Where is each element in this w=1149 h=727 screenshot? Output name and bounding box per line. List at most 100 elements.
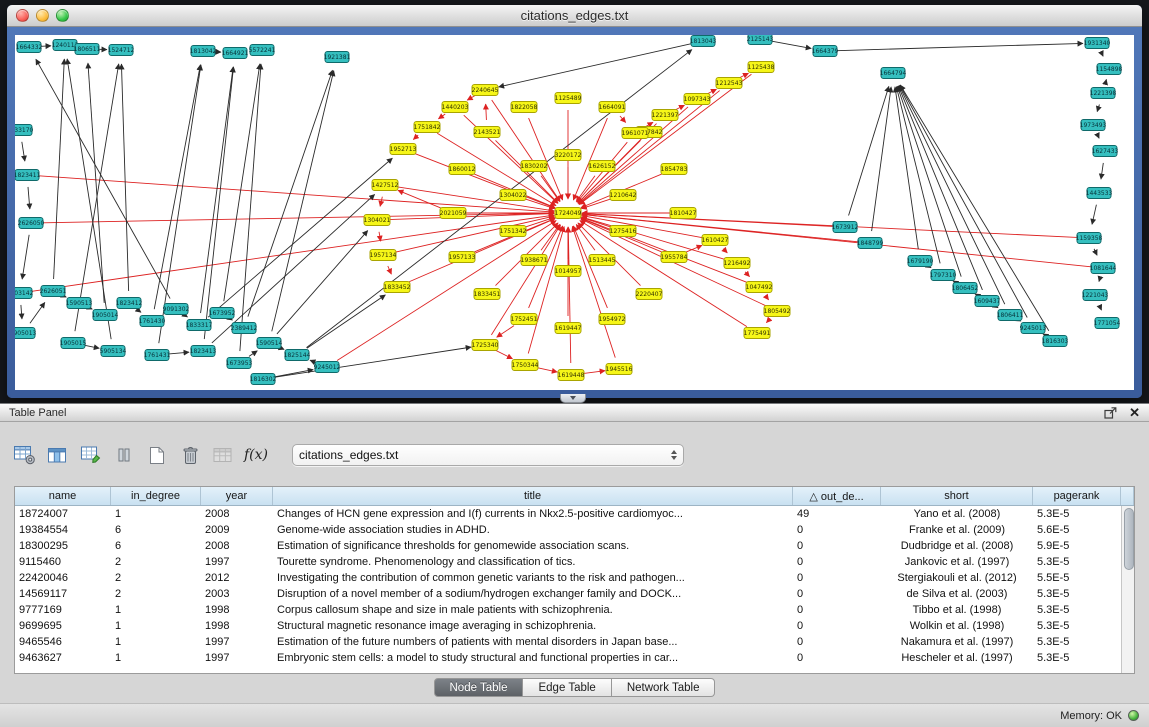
graph-node[interactable]: 1955784 [661, 252, 688, 263]
graph-node[interactable]: 1954972 [599, 314, 626, 325]
import-table-button[interactable] [210, 441, 236, 469]
graph-node[interactable]: 1952713 [390, 144, 417, 155]
graph-node[interactable]: 1210642 [610, 190, 637, 201]
graph-node[interactable]: 5905134 [100, 346, 127, 357]
graph-node[interactable]: 1443533 [1086, 188, 1113, 199]
column-header-out_degree[interactable]: △ out_de... [793, 487, 881, 505]
graph-node[interactable]: 1216492 [724, 258, 751, 269]
graph-node[interactable]: 1664091 [599, 102, 626, 113]
graph-node[interactable]: 1931340 [1084, 38, 1111, 49]
graph-node[interactable]: 1159358 [1076, 233, 1103, 244]
table-row[interactable]: 1456911722003Disruption of a novel membe… [15, 586, 1121, 602]
table-vertical-scrollbar[interactable] [1121, 506, 1134, 673]
table-row[interactable]: 946362711997Embryonic stem cells: a mode… [15, 650, 1121, 666]
graph-node[interactable]: 1805492 [764, 306, 791, 317]
tab-network-table[interactable]: Network Table [612, 678, 716, 697]
graph-node[interactable]: 2626051 [40, 286, 67, 297]
graph-node[interactable]: 1761430 [139, 316, 166, 327]
graph-node[interactable]: 1771054 [1094, 318, 1121, 329]
graph-node[interactable]: 1673912 [832, 222, 859, 233]
graph-node[interactable]: 2143521 [474, 127, 501, 138]
collapse-columns-button[interactable] [111, 441, 137, 469]
graph-node[interactable]: 1973493 [1080, 120, 1107, 131]
graph-node[interactable]: 1619447 [555, 323, 582, 334]
show-columns-button[interactable] [45, 441, 71, 469]
graph-node[interactable]: 1813042 [190, 46, 217, 57]
close-panel-icon[interactable]: ✕ [1129, 406, 1140, 419]
delete-table-button[interactable] [177, 441, 203, 469]
graph-node[interactable]: 1860012 [449, 164, 476, 175]
graph-node[interactable]: 1610427 [702, 235, 729, 246]
graph-node[interactable]: 1664379 [812, 46, 839, 57]
graph-node[interactable]: 1724049 [555, 208, 582, 219]
graph-node[interactable]: 1221043 [1082, 290, 1109, 301]
table-row[interactable]: 969969511998Structural magnetic resonanc… [15, 618, 1121, 634]
graph-node[interactable]: 1961071 [622, 128, 649, 139]
graph-node[interactable]: 1125489 [555, 93, 582, 104]
graph-node[interactable]: 1921381 [324, 52, 351, 63]
graph-node[interactable]: 1725340 [472, 340, 499, 351]
graph-node[interactable]: 1664332 [16, 42, 43, 53]
graph-node[interactable]: 2240645 [472, 85, 499, 96]
graph-node[interactable]: 1154898 [1096, 64, 1123, 75]
graph-node[interactable]: 1664794 [880, 68, 907, 79]
graph-node[interactable]: 1440203 [442, 102, 469, 113]
graph-node[interactable]: 1825144 [284, 350, 311, 361]
graph-node[interactable]: 1221397 [652, 110, 679, 121]
graph-node[interactable]: 1833317 [186, 320, 213, 331]
graph-node[interactable]: 1761431 [144, 350, 171, 361]
graph-node[interactable]: 1524712 [108, 45, 135, 56]
edit-table-button[interactable] [78, 441, 104, 469]
graph-node[interactable]: 1664921 [222, 48, 249, 59]
graph-node[interactable]: 1673953 [226, 358, 253, 369]
graph-node[interactable]: 1833451 [474, 289, 501, 300]
graph-node[interactable]: 1775491 [744, 328, 771, 339]
graph-node[interactable]: 1513445 [589, 255, 616, 266]
graph-node[interactable]: 1751342 [500, 226, 527, 237]
graph-node[interactable]: 2389412 [231, 323, 258, 334]
network-graph[interactable]: 1724049181042718547831957842166409111254… [15, 35, 1134, 390]
graph-node[interactable]: 1823411 [15, 170, 41, 181]
graph-node[interactable]: 1047492 [746, 282, 773, 293]
graph-node[interactable]: 1081644 [1090, 263, 1117, 274]
graph-node[interactable]: 9245012 [314, 362, 341, 373]
graph-node[interactable]: 1275416 [610, 226, 637, 237]
create-table-button[interactable] [144, 441, 170, 469]
table-row[interactable]: 1872400712008Changes of HCN gene express… [15, 506, 1121, 522]
graph-node[interactable]: 5572241 [249, 45, 276, 56]
graph-node[interactable]: 1797310 [930, 270, 957, 281]
panel-collapse-handle[interactable] [560, 394, 586, 403]
table-row[interactable]: 2242004622012Investigating the contribut… [15, 570, 1121, 586]
graph-node[interactable]: 1304022 [500, 190, 527, 201]
column-header-short[interactable]: short [881, 487, 1033, 505]
graph-node[interactable]: 1627433 [1092, 146, 1119, 157]
column-header-name[interactable]: name [15, 487, 111, 505]
column-header-year[interactable]: year [201, 487, 273, 505]
float-panel-icon[interactable] [1104, 407, 1117, 419]
function-builder-button[interactable]: f(x) [243, 441, 269, 469]
column-header-in_degree[interactable]: in_degree [111, 487, 201, 505]
graph-node[interactable]: 1810427 [670, 208, 697, 219]
graph-node[interactable]: 9245013 [1020, 323, 1047, 334]
table-settings-button[interactable] [12, 441, 38, 469]
graph-node[interactable]: 1848799 [857, 238, 884, 249]
graph-node[interactable]: 3220172 [555, 150, 582, 161]
graph-node[interactable]: 1905015 [60, 338, 87, 349]
graph-node[interactable]: 1806411 [997, 310, 1024, 321]
scrollbar-thumb[interactable] [1124, 508, 1134, 570]
graph-node[interactable]: 1609437 [974, 296, 1001, 307]
graph-node[interactable]: 2125143 [747, 35, 774, 45]
graph-node[interactable]: 2021059 [440, 208, 467, 219]
graph-node[interactable]: 1854783 [661, 164, 688, 175]
graph-node[interactable]: 1822058 [511, 102, 538, 113]
graph-node[interactable]: 1905013 [15, 328, 37, 339]
graph-node[interactable]: 1816302 [250, 374, 277, 385]
graph-node[interactable]: 1427512 [372, 180, 399, 191]
graph-node[interactable]: 1752451 [511, 314, 538, 325]
table-row[interactable]: 1938455462009Genome-wide association stu… [15, 522, 1121, 538]
graph-node[interactable]: 2220407 [636, 289, 663, 300]
graph-node[interactable]: 1590514 [256, 338, 283, 349]
graph-node[interactable]: 1905014 [92, 310, 119, 321]
column-header-title[interactable]: title [273, 487, 793, 505]
graph-node[interactable]: 1816303 [1042, 336, 1069, 347]
